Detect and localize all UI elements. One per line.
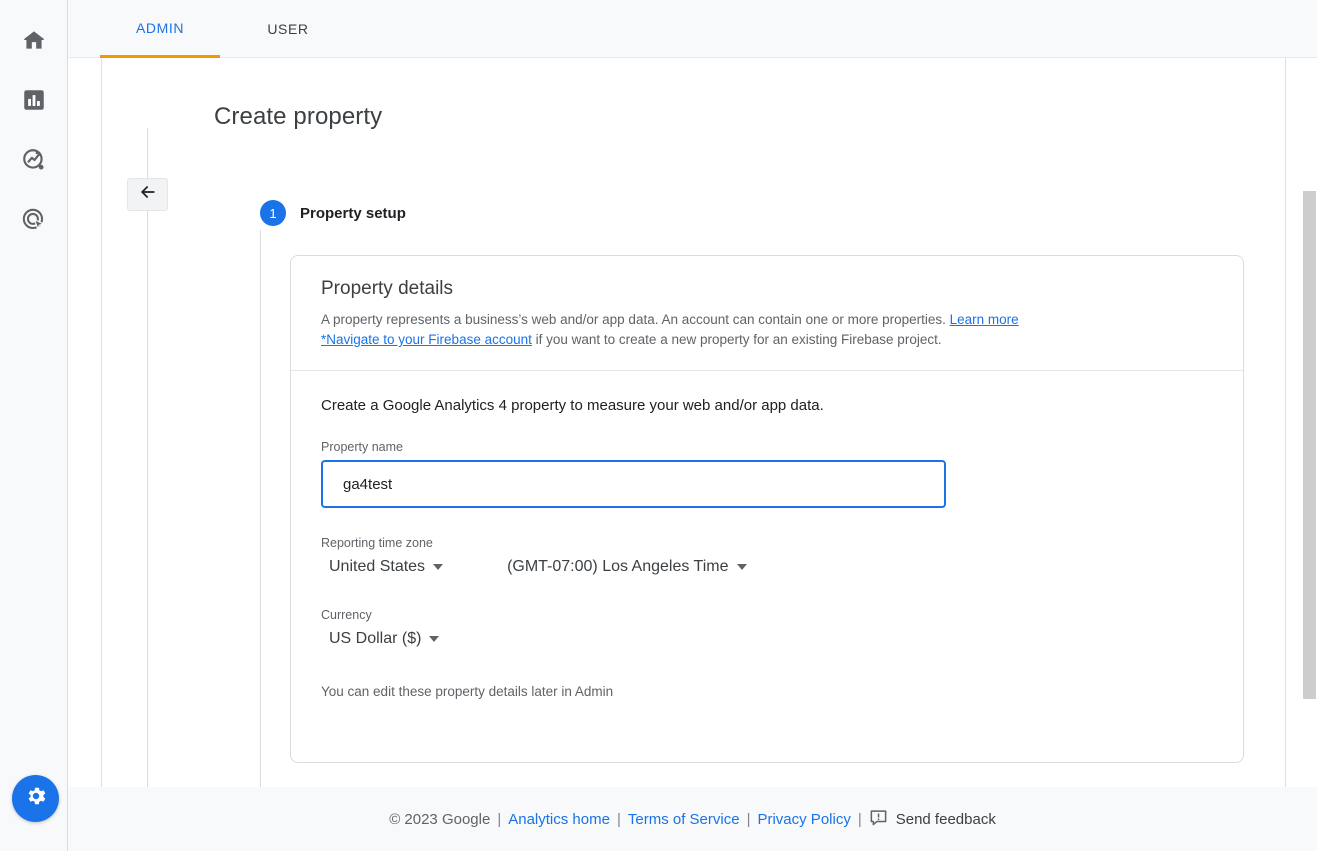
tab-user-label: USER bbox=[267, 21, 309, 37]
card-header: Property details A property represents a… bbox=[291, 256, 1243, 371]
step-connector-line bbox=[260, 230, 261, 787]
tab-admin-label: ADMIN bbox=[135, 19, 185, 36]
send-feedback-label: Send feedback bbox=[895, 810, 996, 828]
advertising-icon bbox=[21, 207, 47, 233]
arrow-left-icon bbox=[138, 182, 158, 207]
card-heading: Property details bbox=[321, 278, 454, 299]
currency-field-group: Currency US Dollar ($) bbox=[321, 608, 1213, 650]
currency-dropdown[interactable]: US Dollar ($) bbox=[321, 628, 447, 650]
admin-gear-button[interactable] bbox=[12, 775, 59, 822]
privacy-policy-link[interactable]: Privacy Policy bbox=[757, 811, 850, 828]
property-name-input[interactable] bbox=[321, 460, 946, 508]
tab-admin[interactable]: ADMIN bbox=[100, 0, 220, 58]
time-zone-offset-value: (GMT-07:00) Los Angeles Time bbox=[507, 558, 729, 575]
home-icon bbox=[21, 27, 47, 53]
firebase-account-link[interactable]: *Navigate to your Firebase account bbox=[321, 332, 532, 347]
feedback-bubble-icon bbox=[869, 808, 888, 831]
currency-select-row: US Dollar ($) bbox=[321, 628, 1213, 650]
footer-separator: | bbox=[857, 810, 862, 828]
footer-separator: | bbox=[616, 810, 621, 828]
reports-icon bbox=[21, 87, 47, 113]
sidebar-item-explore[interactable] bbox=[10, 136, 58, 184]
footer-separator: | bbox=[497, 810, 502, 828]
step-number-badge: 1 bbox=[260, 200, 286, 226]
page-footer: © 2023 Google | Analytics home | Terms o… bbox=[68, 787, 1317, 851]
left-icon-rail bbox=[0, 0, 68, 851]
back-button[interactable] bbox=[127, 178, 168, 211]
time-zone-country-value: United States bbox=[329, 558, 426, 575]
step-label: Property setup bbox=[300, 204, 406, 222]
gear-icon bbox=[24, 784, 48, 813]
admin-user-tab-bar: ADMIN USER bbox=[68, 0, 1317, 58]
terms-of-service-link[interactable]: Terms of Service bbox=[628, 811, 740, 828]
explore-icon bbox=[21, 147, 47, 173]
stepper-guide-line bbox=[147, 128, 148, 787]
stepper-step-1: 1 Property setup bbox=[260, 200, 406, 226]
sidebar-item-advertising[interactable] bbox=[10, 196, 58, 244]
card-description-prefix: A property represents a business’s web a… bbox=[321, 312, 950, 327]
reporting-time-zone-field-group: Reporting time zone United States (GMT-0… bbox=[321, 536, 1213, 578]
sidebar-item-reports[interactable] bbox=[10, 76, 58, 124]
chevron-down-icon bbox=[429, 636, 440, 642]
vertical-scrollbar-thumb[interactable] bbox=[1303, 191, 1316, 699]
property-name-label: Property name bbox=[321, 440, 403, 454]
property-details-card: Property details A property represents a… bbox=[290, 255, 1244, 763]
time-zone-offset-dropdown[interactable]: (GMT-07:00) Los Angeles Time bbox=[499, 556, 754, 578]
chevron-down-icon bbox=[736, 564, 747, 570]
chevron-down-icon bbox=[433, 564, 444, 570]
property-name-field-group: Property name bbox=[321, 440, 1213, 508]
content-pane: Create property 1 Property setup Propert… bbox=[101, 58, 1286, 787]
learn-more-link[interactable]: Learn more bbox=[950, 312, 1019, 327]
currency-label: Currency bbox=[321, 608, 372, 622]
time-zone-select-row: United States (GMT-07:00) Los Angeles Ti… bbox=[321, 556, 1213, 578]
footer-separator: | bbox=[746, 810, 751, 828]
reporting-time-zone-label: Reporting time zone bbox=[321, 536, 433, 550]
card-body: Create a Google Analytics 4 property to … bbox=[291, 371, 1243, 699]
card-description: A property represents a business’s web a… bbox=[321, 310, 1213, 350]
footer-links: © 2023 Google | Analytics home | Terms o… bbox=[389, 808, 996, 831]
intro-line: Create a Google Analytics 4 property to … bbox=[321, 397, 824, 414]
copyright-text: © 2023 Google bbox=[389, 810, 491, 828]
vertical-scrollbar-track[interactable] bbox=[1302, 116, 1317, 845]
google-analytics-create-property-page: ADMIN USER Create property 1 Property se… bbox=[0, 0, 1317, 851]
currency-value: US Dollar ($) bbox=[329, 630, 422, 647]
analytics-home-link[interactable]: Analytics home bbox=[508, 811, 610, 828]
time-zone-country-dropdown[interactable]: United States bbox=[321, 556, 451, 578]
edit-later-note: You can edit these property details late… bbox=[321, 684, 614, 699]
send-feedback-button[interactable]: Send feedback bbox=[869, 808, 996, 831]
tab-user[interactable]: USER bbox=[240, 0, 336, 58]
main-content-region: Create property 1 Property setup Propert… bbox=[68, 58, 1317, 845]
sidebar-item-home[interactable] bbox=[10, 16, 58, 64]
card-description-suffix: if you want to create a new property for… bbox=[531, 332, 942, 347]
page-title: Create property bbox=[214, 103, 383, 130]
